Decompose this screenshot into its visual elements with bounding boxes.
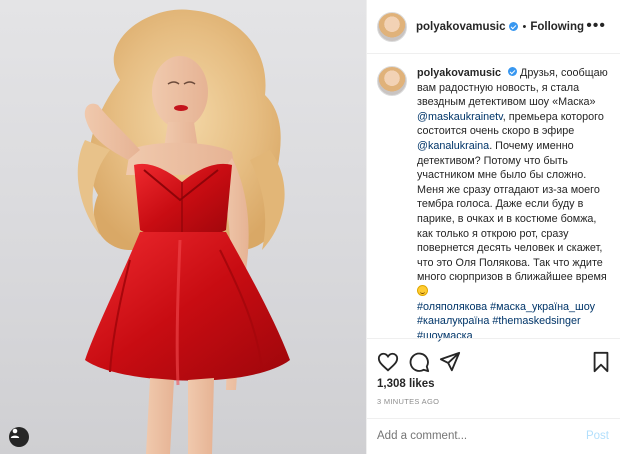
woman-in-red-dress-image xyxy=(77,9,290,454)
heart-icon[interactable] xyxy=(377,351,399,373)
post-side-panel: polyakovamusic • Following ••• polyakova… xyxy=(366,0,620,454)
header-username[interactable]: polyakovamusic xyxy=(416,21,505,33)
hashtag-link[interactable]: #оляполякова xyxy=(417,301,487,313)
hashtag-link[interactable]: #маска_україна_шоу xyxy=(490,301,595,313)
tagged-users-button[interactable] xyxy=(9,427,29,447)
post-timestamp[interactable]: 3 minutes ago xyxy=(377,397,439,406)
caption-text-part-3: . Почему именно детективом? Потому что б… xyxy=(417,139,607,284)
comment-icon[interactable] xyxy=(408,351,430,373)
separator-dot: • xyxy=(522,20,527,33)
caption-verified-badge-icon xyxy=(508,67,518,76)
hashtag-list: #оляполякова #маска_україна_шоу #каналук… xyxy=(417,300,613,344)
caption-avatar[interactable] xyxy=(377,66,407,96)
hashtag-link[interactable]: #themaskedsinger xyxy=(492,315,580,327)
following-button[interactable]: Following xyxy=(530,21,584,33)
verified-badge-icon xyxy=(509,22,519,31)
more-options-icon[interactable]: ••• xyxy=(586,17,606,35)
person-icon xyxy=(10,428,20,438)
caption-block: polyakovamusic Друзья, сообщаю вам радос… xyxy=(377,66,613,343)
post-button[interactable]: Post xyxy=(586,430,609,442)
hashtag-link[interactable]: #каналукраїна xyxy=(417,315,489,327)
mention-link-kanalukraina[interactable]: @kanalukraina xyxy=(417,140,489,152)
avatar[interactable] xyxy=(377,11,407,42)
share-icon[interactable] xyxy=(439,351,461,373)
likes-count[interactable]: 1,308 likes xyxy=(377,378,435,390)
post-header: polyakovamusic • Following ••• xyxy=(367,0,620,54)
post-photo[interactable] xyxy=(0,0,366,454)
smile-emoji-icon xyxy=(417,284,428,296)
mention-link-maskaukrainetv[interactable]: @maskaukrainetv xyxy=(417,111,503,123)
comment-input[interactable] xyxy=(377,430,567,442)
bookmark-icon[interactable] xyxy=(590,351,612,373)
caption-text: polyakovamusic Друзья, сообщаю вам радос… xyxy=(417,66,613,343)
comment-bar: Post xyxy=(367,418,620,454)
caption-username[interactable]: polyakovamusic xyxy=(417,67,501,79)
